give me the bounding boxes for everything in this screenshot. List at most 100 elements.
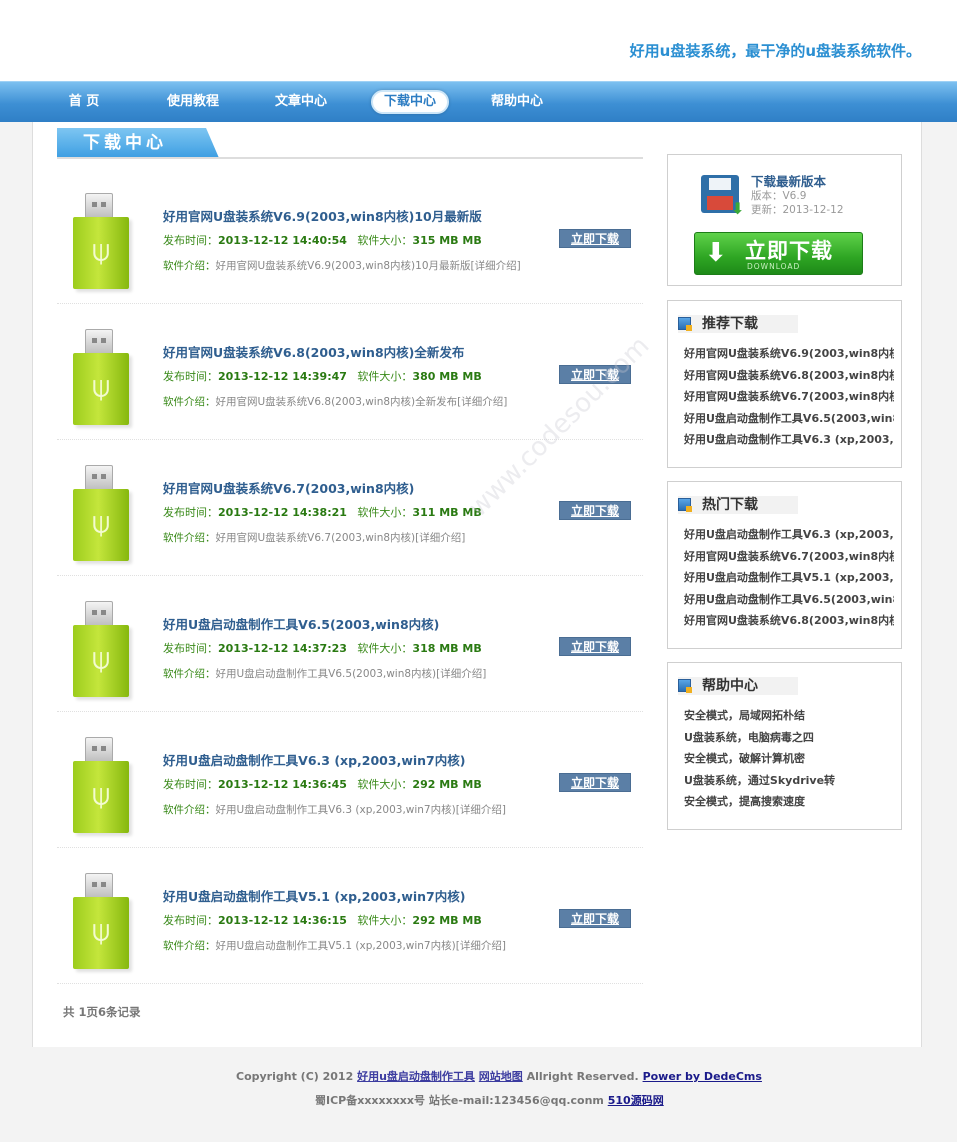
- download-button[interactable]: 立即下载: [559, 501, 631, 520]
- item-detail-link[interactable]: [详细介绍]: [436, 668, 486, 680]
- usb-drive-icon[interactable]: ⍦: [73, 193, 133, 291]
- intro-label: 软件介绍：: [163, 396, 216, 408]
- item-meta: 发布时间：2013-12-12 14:38:21 软件大小：311 MB MB: [163, 504, 482, 520]
- item-size: 315 MB MB: [412, 234, 482, 247]
- size-label: 软件大小：: [357, 642, 413, 655]
- list-icon: [678, 317, 692, 331]
- footer-link-tool[interactable]: 好用u盘启动盘制作工具: [357, 1070, 475, 1083]
- recommend-box: 推荐下载 好用官网U盘装系统V6.9(2003,win8内核) 好用官网U盘装系统…: [667, 300, 902, 468]
- recommend-list-item[interactable]: 好用官网U盘装系统V6.7(2003,win8内核): [684, 386, 894, 408]
- item-intro-text: 好用U盘启动盘制作工具V6.5(2003,win8内核): [215, 668, 437, 680]
- footer-link-sitemap[interactable]: 网站地图: [479, 1070, 523, 1083]
- intro-label: 软件介绍：: [163, 804, 216, 816]
- help-list-item[interactable]: U盘装系统，电脑病毒之四: [684, 727, 894, 749]
- footer-copyright: Copyright (C) 2012: [236, 1070, 354, 1083]
- item-title-link[interactable]: 好用官网U盘装系统V6.9(2003,win8内核)10月最新版: [163, 206, 482, 225]
- list-icon: [678, 498, 692, 512]
- footer-link-powered[interactable]: Power by DedeCms: [643, 1070, 762, 1083]
- date-label: 发布时间：: [163, 778, 218, 791]
- download-now-button[interactable]: ⬇ 立即下载 DOWNLOAD: [694, 232, 863, 275]
- download-button[interactable]: 立即下载: [559, 773, 631, 792]
- intro-label: 软件介绍：: [163, 940, 216, 952]
- date-label: 发布时间：: [163, 914, 218, 927]
- item-title-link[interactable]: 好用官网U盘装系统V6.7(2003,win8内核): [163, 478, 414, 497]
- download-button[interactable]: 立即下载: [559, 909, 631, 928]
- recommend-list-item[interactable]: 好用U盘启动盘制作工具V6.5(2003,win8内: [684, 408, 894, 430]
- help-box: 帮助中心 安全模式，局域网拓朴结 U盘装系统，电脑病毒之四 安全模式，破解计算机密 U…: [667, 662, 902, 830]
- size-label: 软件大小：: [357, 778, 413, 791]
- section-title: 下载中心: [57, 128, 219, 158]
- nav-item-help[interactable]: 帮助中心: [480, 90, 554, 114]
- download-button[interactable]: 立即下载: [559, 229, 631, 248]
- hot-head: 热门下载: [678, 496, 798, 514]
- item-detail-link[interactable]: [详细介绍]: [415, 532, 465, 544]
- recommend-list-item[interactable]: 好用U盘启动盘制作工具V6.3 (xp,2003,w: [684, 429, 894, 451]
- recommend-list-item[interactable]: 好用官网U盘装系统V6.9(2003,win8内核): [684, 343, 894, 365]
- header-slogan: 好用u盘装系统，最干净的u盘装系统软件。: [629, 42, 921, 60]
- intro-label: 软件介绍：: [163, 668, 216, 680]
- recommend-list-item[interactable]: 好用官网U盘装系统V6.8(2003,win8内核): [684, 365, 894, 387]
- download-now-label: 立即下载: [745, 239, 833, 263]
- footer-link-source[interactable]: 510源码网: [608, 1094, 664, 1107]
- usb-drive-icon[interactable]: ⍦: [73, 601, 133, 699]
- section-divider: [57, 157, 643, 159]
- usb-drive-icon[interactable]: ⍦: [73, 465, 133, 563]
- hot-list-item[interactable]: 好用官网U盘装系统V6.7(2003,win8内核): [684, 546, 894, 568]
- size-label: 软件大小：: [357, 914, 413, 927]
- intro-label: 软件介绍：: [163, 532, 216, 544]
- help-list-item[interactable]: U盘装系统，通过Skydrive转: [684, 770, 894, 792]
- item-intro-text: 好用U盘启动盘制作工具V6.3 (xp,2003,win7内核): [215, 804, 456, 816]
- download-now-sub: DOWNLOAD: [747, 262, 801, 271]
- main-content: 下载中心 ⍦ 好用官网U盘装系统V6.9(2003,win8内核)10月最新版 发布…: [32, 122, 922, 1047]
- nav-item-articles[interactable]: 文章中心: [264, 90, 338, 114]
- footer-icp: 蜀ICP备xxxxxxxx号 站长e-mail:123456@qq.conm: [315, 1094, 604, 1107]
- latest-date: 更新：2013-12-12: [751, 204, 844, 216]
- download-button[interactable]: 立即下载: [559, 365, 631, 384]
- download-item: ⍦ 好用U盘启动盘制作工具V6.5(2003,win8内核) 发布时间：2013-1…: [57, 576, 643, 712]
- nav-item-home[interactable]: 首 页: [52, 90, 116, 114]
- size-label: 软件大小：: [357, 506, 413, 519]
- item-intro: 软件介绍：好用U盘启动盘制作工具V5.1 (xp,2003,win7内核)[详细…: [163, 938, 506, 953]
- date-label: 发布时间：: [163, 506, 218, 519]
- arrow-down-icon: ⬇: [705, 238, 727, 268]
- recommend-title: 推荐下载: [702, 316, 758, 332]
- item-intro-text: 好用U盘启动盘制作工具V5.1 (xp,2003,win7内核): [215, 940, 456, 952]
- item-meta: 发布时间：2013-12-12 14:39:47 软件大小：380 MB MB: [163, 368, 482, 384]
- item-detail-link[interactable]: [详细介绍]: [456, 940, 506, 952]
- usb-drive-icon[interactable]: ⍦: [73, 873, 133, 971]
- latest-version: 版本：V6.9: [751, 190, 807, 202]
- item-intro: 软件介绍：好用U盘启动盘制作工具V6.5(2003,win8内核)[详细介绍]: [163, 666, 486, 681]
- download-button[interactable]: 立即下载: [559, 637, 631, 656]
- item-date: 2013-12-12 14:38:21: [218, 506, 347, 519]
- item-title-link[interactable]: 好用U盘启动盘制作工具V5.1 (xp,2003,win7内核): [163, 886, 465, 905]
- download-item: ⍦ 好用官网U盘装系统V6.7(2003,win8内核) 发布时间：2013-12-…: [57, 440, 643, 576]
- help-list-item[interactable]: 安全模式，提高搜索速度: [684, 791, 894, 813]
- item-detail-link[interactable]: [详细介绍]: [471, 260, 521, 272]
- item-size: 292 MB MB: [412, 914, 482, 927]
- hot-list: 好用U盘启动盘制作工具V6.3 (xp,2003,w 好用官网U盘装系统V6.7(…: [684, 524, 894, 632]
- item-size: 311 MB MB: [412, 506, 482, 519]
- item-detail-link[interactable]: [详细介绍]: [457, 396, 507, 408]
- hot-list-item[interactable]: 好用U盘启动盘制作工具V6.5(2003,win8内: [684, 589, 894, 611]
- date-label: 发布时间：: [163, 370, 218, 383]
- item-size: 380 MB MB: [412, 370, 482, 383]
- intro-label: 软件介绍：: [163, 260, 216, 272]
- download-item: ⍦ 好用U盘启动盘制作工具V5.1 (xp,2003,win7内核) 发布时间：20…: [57, 848, 643, 984]
- nav-item-tutorial[interactable]: 使用教程: [156, 90, 230, 114]
- help-list-item[interactable]: 安全模式，局域网拓朴结: [684, 705, 894, 727]
- recommend-head: 推荐下载: [678, 315, 798, 333]
- item-title-link[interactable]: 好用U盘启动盘制作工具V6.3 (xp,2003,win7内核): [163, 750, 465, 769]
- item-title-link[interactable]: 好用官网U盘装系统V6.8(2003,win8内核)全新发布: [163, 342, 464, 361]
- hot-list-item[interactable]: 好用U盘启动盘制作工具V6.3 (xp,2003,w: [684, 524, 894, 546]
- item-title-link[interactable]: 好用U盘启动盘制作工具V6.5(2003,win8内核): [163, 614, 439, 633]
- hot-list-item[interactable]: 好用U盘启动盘制作工具V5.1 (xp,2003,w: [684, 567, 894, 589]
- nav-item-downloads[interactable]: 下载中心: [371, 90, 449, 114]
- item-intro: 软件介绍：好用U盘启动盘制作工具V6.3 (xp,2003,win7内核)[详细…: [163, 802, 506, 817]
- hot-list-item[interactable]: 好用官网U盘装系统V6.8(2003,win8内核): [684, 610, 894, 632]
- item-detail-link[interactable]: [详细介绍]: [456, 804, 506, 816]
- help-list-item[interactable]: 安全模式，破解计算机密: [684, 748, 894, 770]
- usb-drive-icon[interactable]: ⍦: [73, 329, 133, 427]
- item-date: 2013-12-12 14:37:23: [218, 642, 347, 655]
- usb-drive-icon[interactable]: ⍦: [73, 737, 133, 835]
- hot-box: 热门下载 好用U盘启动盘制作工具V6.3 (xp,2003,w 好用官网U盘装系统…: [667, 481, 902, 649]
